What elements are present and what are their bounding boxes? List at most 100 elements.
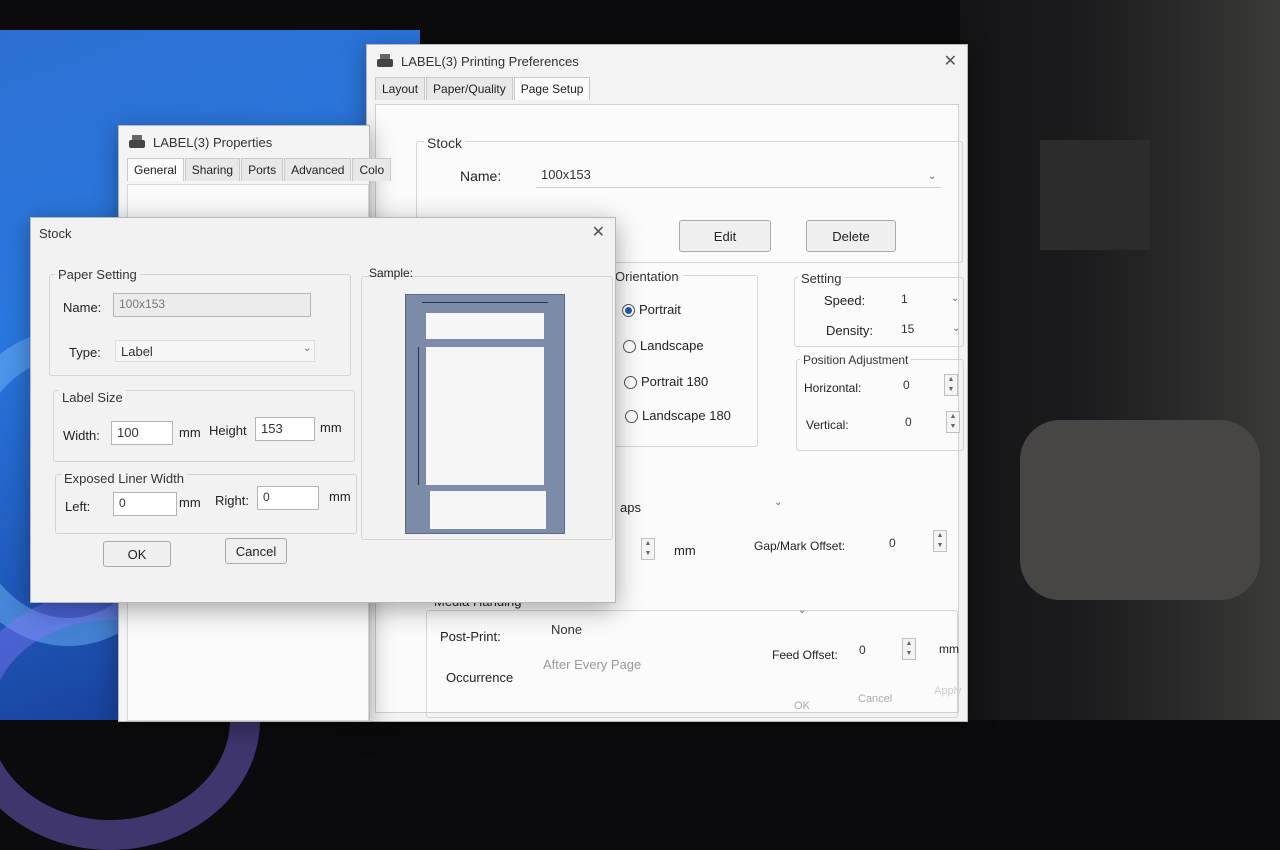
density-label: Density: [826, 323, 873, 338]
stock-dialog: Stock ✕ Paper Setting Name: 100x153 Type… [30, 217, 616, 603]
sample-label-main [426, 347, 544, 485]
chevron-down-icon: ⌄ [928, 171, 937, 182]
preferences-titlebar: LABEL(3) Printing Preferences ✕ [367, 45, 967, 77]
chevron-down-icon: ⌄ [952, 323, 961, 334]
chevron-down-icon: ⌄ [774, 497, 783, 508]
chevron-down-icon: ⌄ [951, 293, 960, 304]
type-select[interactable]: Label [115, 340, 315, 362]
vertical-input[interactable]: 0 [900, 412, 946, 434]
right-label: Right: [215, 493, 249, 508]
feed-offset-spinner[interactable]: ▲ ▼ [902, 638, 916, 660]
speed-label: Speed: [824, 293, 866, 308]
portrait-radio[interactable] [622, 304, 635, 317]
tab-sharing[interactable]: Sharing [184, 158, 241, 181]
background-object [1040, 140, 1150, 250]
portrait-180-radio[interactable] [624, 376, 637, 389]
horizontal-label: Horizontal: [804, 381, 862, 395]
left-label: Left: [65, 499, 91, 514]
right-mm: mm [329, 489, 351, 504]
landscape-180-radio[interactable] [625, 410, 638, 423]
position-adjustment-title: Position Adjustment [800, 353, 912, 367]
gap-mark-offset-spinner[interactable]: ▲ ▼ [933, 530, 947, 552]
sample-label-bottom [430, 491, 546, 529]
density-select[interactable]: 15 [896, 319, 958, 339]
properties-titlebar: LABEL(3) Properties [119, 126, 369, 158]
label-size-title: Label Size [59, 390, 126, 405]
height-label: Height [209, 423, 247, 438]
vertical-label: Vertical: [806, 418, 849, 432]
post-print-label: Post-Print: [440, 629, 501, 644]
properties-title: LABEL(3) Properties [153, 134, 273, 150]
apply-button[interactable]: Apply [934, 685, 962, 697]
feed-offset-mm: mm [939, 642, 959, 656]
horizontal-input[interactable]: 0 [898, 375, 944, 397]
speed-select[interactable]: 1 [896, 289, 958, 309]
tab-paper-quality[interactable]: Paper/Quality [426, 77, 513, 100]
left-input[interactable]: 0 [113, 492, 177, 516]
chevron-down-icon: ⌄ [303, 343, 312, 354]
edit-button[interactable]: Edit [679, 220, 771, 252]
chevron-down-icon: ⌄ [798, 605, 807, 616]
position-adjustment-group [796, 359, 964, 451]
cancel-button[interactable]: Cancel [858, 693, 892, 705]
stock-name-label: Name: [460, 168, 502, 184]
background-object [1020, 420, 1260, 600]
exposed-liner-title: Exposed Liner Width [61, 471, 187, 486]
stock-dialog-title: Stock [39, 225, 72, 241]
close-icon[interactable]: ✕ [944, 51, 957, 71]
tab-advanced[interactable]: Advanced [284, 158, 352, 181]
window-title: LABEL(3) Printing Preferences [401, 53, 579, 69]
preferences-tabs: Layout Paper/Quality Page Setup [375, 77, 967, 100]
room-background [960, 0, 1280, 720]
right-input[interactable]: 0 [257, 486, 319, 510]
occurrence-label: Occurrence [446, 670, 514, 685]
width-label: Width: [63, 428, 100, 443]
portrait-label: Portrait [639, 302, 681, 317]
left-mm: mm [179, 495, 201, 510]
occurrence-select[interactable]: After Every Page [538, 654, 708, 678]
tab-color[interactable]: Colo [352, 158, 392, 181]
landscape-label: Landscape [640, 338, 704, 353]
sample-label: Sample: [369, 266, 414, 280]
horizontal-spinner[interactable]: ▲ ▼ [944, 374, 958, 396]
landscape-radio[interactable] [623, 340, 636, 353]
mm-unit-label: mm [674, 543, 696, 558]
post-print-select[interactable]: None [546, 619, 806, 643]
height-mm: mm [320, 420, 342, 435]
ok-button[interactable]: OK [794, 700, 810, 712]
sample-label-top [426, 313, 544, 339]
stock-name-label: Name: [63, 300, 102, 315]
media-type-value: aps [620, 500, 641, 515]
vertical-spinner[interactable]: ▲ ▼ [946, 411, 960, 433]
stock-group-title: Stock [424, 135, 466, 151]
portrait-180-label: Portrait 180 [641, 374, 709, 389]
tab-page-setup[interactable]: Page Setup [513, 77, 591, 100]
paper-setting-title: Paper Setting [55, 267, 140, 282]
sample-preview [405, 294, 565, 534]
height-input[interactable]: 153 [255, 417, 315, 441]
stock-name-select[interactable]: 100x153 [536, 164, 941, 188]
properties-tabs: General Sharing Ports Advanced Colo [127, 158, 392, 181]
stock-name-input[interactable]: 100x153 [113, 293, 311, 317]
delete-button[interactable]: Delete [806, 220, 896, 252]
orientation-title: Orientation [612, 269, 682, 284]
type-label: Type: [69, 345, 101, 360]
setting-title: Setting [798, 271, 845, 286]
tab-general[interactable]: General [127, 158, 184, 181]
landscape-180-label: Landscape 180 [642, 408, 731, 423]
close-icon[interactable]: ✕ [592, 222, 605, 242]
feed-offset-label: Feed Offset: [772, 648, 838, 662]
width-mm: mm [179, 425, 201, 440]
sample-height-line [418, 347, 419, 485]
width-input[interactable]: 100 [111, 421, 173, 445]
stock-titlebar: Stock ✕ [31, 218, 615, 248]
feed-offset-input[interactable]: 0 [854, 640, 902, 662]
tab-layout[interactable]: Layout [375, 77, 426, 100]
sample-width-line [422, 302, 548, 303]
cancel-button[interactable]: Cancel [225, 538, 287, 564]
gap-mark-offset-input[interactable]: 0 [884, 533, 934, 555]
offset-spinner[interactable]: ▲ ▼ [641, 538, 655, 560]
ok-button[interactable]: OK [103, 541, 171, 567]
tab-ports[interactable]: Ports [241, 158, 284, 181]
gap-mark-offset-label: Gap/Mark Offset: [754, 539, 846, 553]
